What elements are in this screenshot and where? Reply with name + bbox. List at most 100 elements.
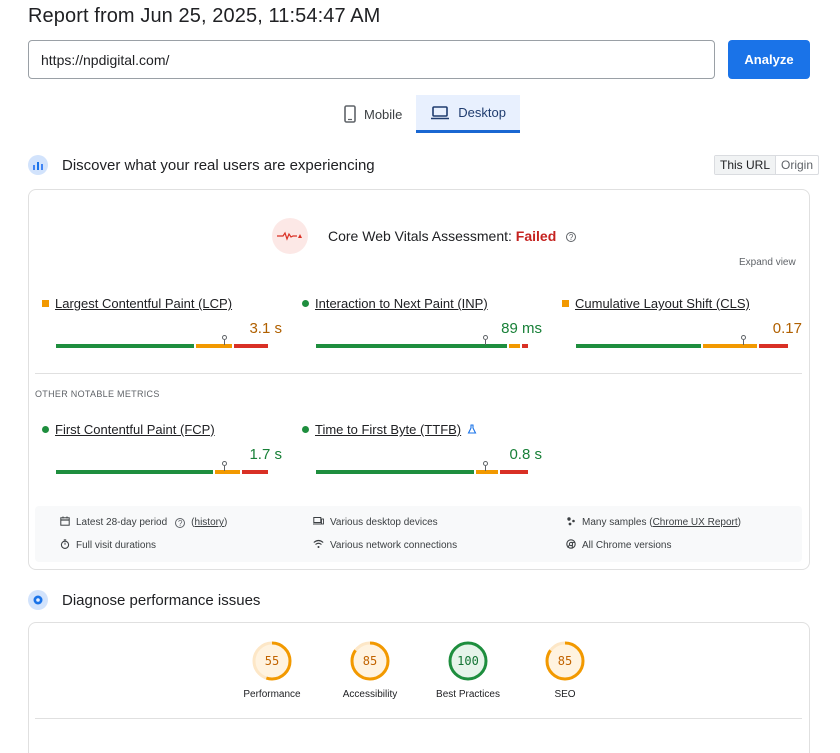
help-icon[interactable]: ? — [566, 232, 577, 242]
metrics-divider — [35, 373, 802, 374]
metric-lcp-name[interactable]: Largest Contentful Paint (LCP) — [55, 296, 232, 311]
metric-ttfb-value: 0.8 s — [509, 446, 542, 463]
expand-view-link[interactable]: Expand view — [739, 257, 796, 268]
seo-label: SEO — [554, 689, 576, 700]
cwv-status: Failed — [515, 228, 557, 244]
seo-score: 85 — [557, 654, 573, 668]
metric-fcp-distribution — [56, 461, 268, 474]
field-data-info — [35, 506, 802, 562]
field-data-title: Discover what your real users are experi… — [62, 156, 375, 174]
metric-inp-distribution — [316, 335, 528, 348]
metric-ttfb: Time to First Byte (TTFB) 0.8 s — [302, 422, 542, 474]
metric-lcp: Largest Contentful Paint (LCP) 3.1 s — [42, 296, 282, 348]
performance-label: Performance — [243, 689, 301, 700]
info-samples-text: Many samples (Chrome UX Report) — [582, 517, 741, 528]
percentile-marker — [741, 335, 746, 345]
percentile-marker — [222, 335, 227, 345]
percentile-marker — [483, 461, 488, 471]
url-input[interactable] — [28, 40, 715, 79]
info-history: (history) — [191, 517, 228, 528]
best-practices-gauge: 100 — [447, 640, 489, 682]
metric-fcp: First Contentful Paint (FCP) 1.7 s — [42, 422, 282, 474]
flask-icon — [467, 422, 477, 437]
tab-mobile[interactable]: Mobile — [330, 95, 416, 133]
best-practices-score: 100 — [457, 654, 479, 668]
seo-gauge: 85 — [544, 640, 586, 682]
chrome-icon — [566, 539, 576, 552]
metric-cls-name[interactable]: Cumulative Layout Shift (CLS) — [575, 296, 750, 311]
metric-inp: Interaction to Next Paint (INP) 89 ms — [302, 296, 542, 348]
performance-score: 55 — [264, 654, 280, 668]
report-title: Report from Jun 25, 2025, 11:54:47 AM — [28, 5, 381, 27]
metric-fcp-value: 1.7 s — [249, 446, 282, 463]
cwv-assessment: Core Web Vitals Assessment: Failed ? — [272, 218, 577, 254]
laptop-icon — [430, 105, 450, 120]
users-chart-icon — [28, 155, 48, 175]
info-chrome: All Chrome versions — [566, 539, 671, 552]
tab-desktop-label: Desktop — [458, 105, 506, 120]
other-metrics-label: OTHER NOTABLE METRICS — [35, 389, 160, 399]
metric-inp-value: 89 ms — [501, 320, 542, 337]
wifi-icon — [313, 539, 324, 552]
info-chrome-text: All Chrome versions — [582, 540, 672, 551]
needs-improvement-square-icon — [42, 300, 49, 307]
best-practices-label: Best Practices — [436, 689, 500, 700]
field-data-heading: Discover what your real users are experi… — [28, 155, 375, 175]
info-network: Various network connections — [313, 539, 457, 552]
score-accessibility[interactable]: 85 Accessibility — [320, 640, 420, 700]
info-network-text: Various network connections — [330, 540, 458, 551]
metric-inp-name[interactable]: Interaction to Next Paint (INP) — [315, 296, 488, 311]
accessibility-score: 85 — [362, 654, 378, 668]
metric-lcp-distribution — [56, 335, 269, 348]
url-origin-toggle: This URL Origin — [714, 155, 820, 175]
metric-cls: Cumulative Layout Shift (CLS) 0.17 — [562, 296, 802, 348]
info-devices: Various desktop devices — [313, 516, 438, 529]
info-samples: Many samples (Chrome UX Report) — [566, 516, 741, 529]
metric-ttfb-name[interactable]: Time to First Byte (TTFB) — [315, 422, 461, 437]
metric-ttfb-distribution — [316, 461, 528, 474]
calendar-icon — [60, 516, 70, 529]
failed-vitals-icon — [272, 218, 308, 254]
tab-mobile-label: Mobile — [364, 106, 403, 122]
tab-desktop[interactable]: Desktop — [416, 95, 520, 133]
chrome-ux-report-link[interactable]: Chrome UX Report — [653, 517, 738, 528]
cwv-assessment-label: Core Web Vitals Assessment: — [328, 228, 512, 244]
cwv-label: Core Web Vitals Assessment: Failed ? — [328, 228, 577, 244]
devices-icon — [313, 516, 324, 529]
scores-divider — [35, 718, 802, 719]
samples-prefix: Many samples ( — [582, 517, 653, 528]
samples-icon — [566, 516, 576, 529]
origin-toggle[interactable]: Origin — [776, 156, 818, 174]
history-link[interactable]: history — [195, 517, 224, 528]
good-dot-icon — [302, 426, 309, 433]
percentile-marker — [222, 461, 227, 471]
diagnose-heading: Diagnose performance issues — [28, 590, 260, 610]
info-durations-text: Full visit durations — [76, 540, 157, 551]
info-devices-text: Various desktop devices — [330, 517, 438, 528]
needs-improvement-square-icon — [562, 300, 569, 307]
this-url-toggle[interactable]: This URL — [715, 156, 777, 174]
metric-cls-distribution — [576, 335, 788, 348]
percentile-marker — [483, 335, 488, 345]
info-period: Latest 28-day period ? (history) — [60, 516, 227, 529]
score-performance[interactable]: 55 Performance — [222, 640, 322, 700]
lighthouse-icon — [28, 590, 48, 610]
metric-lcp-value: 3.1 s — [249, 320, 282, 337]
score-seo[interactable]: 85 SEO — [515, 640, 615, 700]
info-durations: Full visit durations — [60, 539, 156, 552]
good-dot-icon — [302, 300, 309, 307]
metric-cls-value: 0.17 — [772, 320, 802, 337]
samples-suffix: ) — [737, 517, 741, 528]
device-tabs: Mobile Desktop — [330, 95, 520, 133]
metric-fcp-name[interactable]: First Contentful Paint (FCP) — [55, 422, 215, 437]
stopwatch-icon — [60, 539, 70, 552]
accessibility-gauge: 85 — [349, 640, 391, 682]
phone-icon — [344, 105, 356, 123]
performance-gauge: 55 — [251, 640, 293, 682]
analyze-button[interactable]: Analyze — [728, 40, 810, 79]
score-best-practices[interactable]: 100 Best Practices — [418, 640, 518, 700]
good-dot-icon — [42, 426, 49, 433]
help-icon[interactable]: ? — [175, 517, 186, 528]
accessibility-label: Accessibility — [342, 689, 398, 700]
info-period-text: Latest 28-day period — [76, 517, 168, 528]
